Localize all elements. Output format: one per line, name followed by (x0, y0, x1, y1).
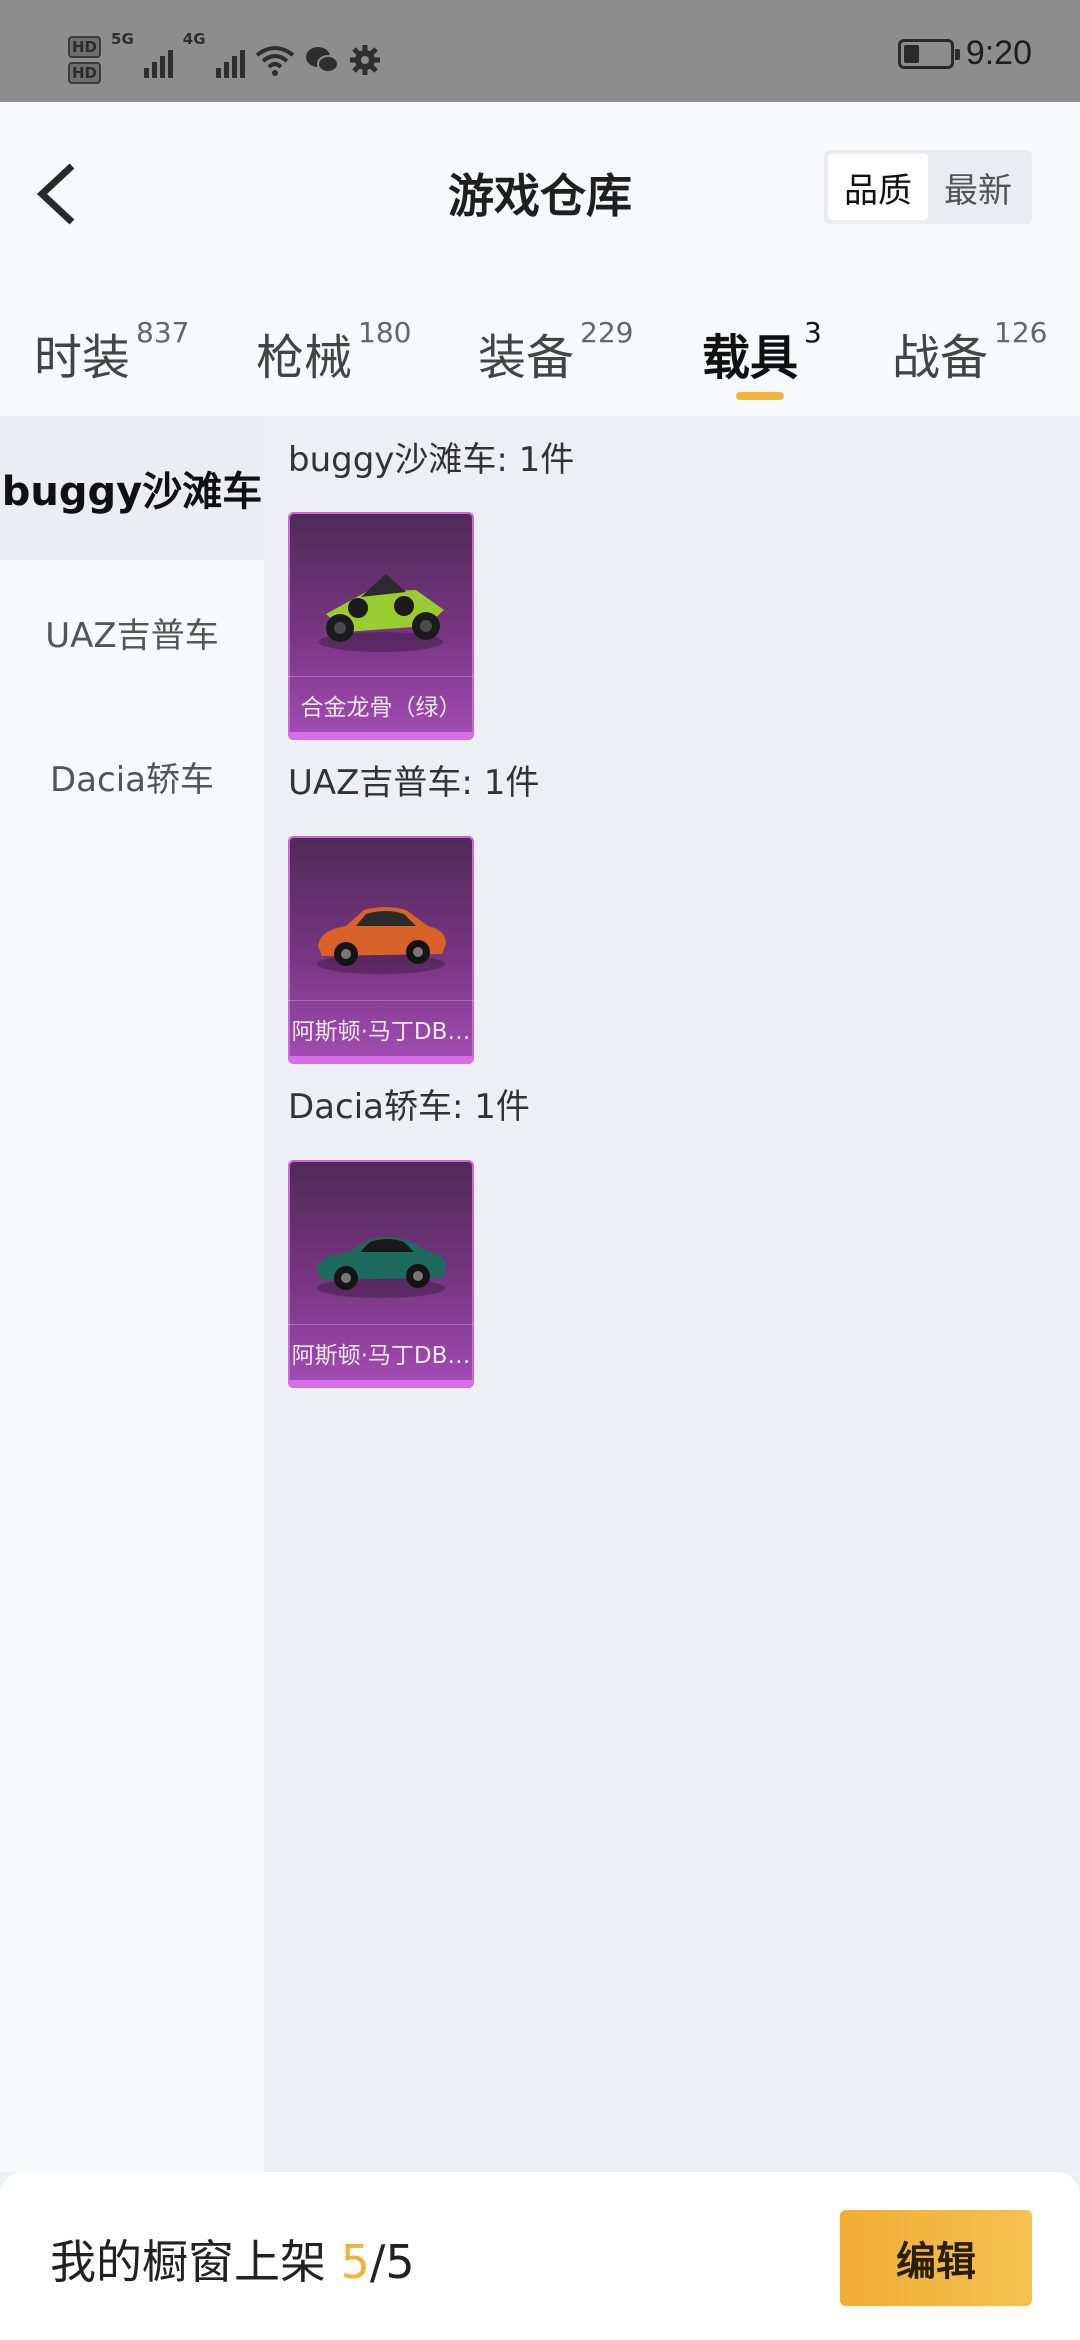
tab-guns[interactable]: 枪械 180 (256, 316, 412, 388)
tab-count: 180 (358, 316, 412, 349)
item-name: 阿斯顿·马丁DB… (288, 1324, 474, 1380)
tab-active-indicator (736, 392, 784, 400)
sort-quality-button[interactable]: 品质 (828, 154, 928, 220)
showcase-listed-count: 5 (340, 2235, 370, 2289)
sort-toggle: 品质 最新 (824, 150, 1032, 224)
vehicle-list: buggy沙滩车: 1件 合金龙骨（绿） UAZ吉普车: 1件 阿斯顿·马丁DB… (264, 416, 1080, 2172)
wifi-icon (255, 46, 294, 76)
car-image-icon (317, 907, 446, 974)
item-name: 阿斯顿·马丁DB… (288, 1000, 474, 1056)
item-card[interactable]: 阿斯顿·马丁DB… (288, 1160, 474, 1388)
tab-vehicles[interactable]: 载具 3 (702, 316, 822, 400)
bottom-bar: 我的橱窗上架 5/5 编辑 (0, 2172, 1080, 2340)
vehicle-group: Dacia轿车: 1件 (288, 1083, 530, 1131)
tab-fashion[interactable]: 时装 837 (34, 316, 190, 388)
buggy-image-icon (319, 574, 444, 652)
sidebar-item-uaz[interactable]: UAZ吉普车 (0, 560, 264, 704)
tab-equipment[interactable]: 装备 229 (478, 316, 634, 388)
vehicle-group: buggy沙滩车: 1件 (288, 436, 574, 484)
tab-label: 载具 (702, 330, 799, 386)
tab-label: 枪械 (256, 330, 353, 386)
rarity-bar (288, 732, 474, 740)
battery-icon (897, 38, 960, 69)
wechat-icon (305, 47, 339, 73)
tab-label: 时装 (34, 330, 131, 386)
item-card[interactable]: 合金龙骨（绿） (288, 512, 474, 740)
showcase-count: 我的橱窗上架 5/5 (50, 2226, 415, 2292)
rarity-bar (288, 1380, 474, 1388)
tab-count: 126 (994, 316, 1048, 349)
header: 游戏仓库 品质 最新 时装 837 枪械 180 装备 229 载具 3 战备 … (0, 102, 1080, 416)
item-card[interactable]: 阿斯顿·马丁DB… (288, 836, 474, 1064)
vehicle-group: UAZ吉普车: 1件 (288, 759, 539, 807)
tab-combat-gear[interactable]: 战备 126 (892, 316, 1048, 388)
network-4g-label: 4G (182, 30, 206, 48)
car-image-icon (316, 1237, 447, 1298)
item-name: 合金龙骨（绿） (288, 676, 474, 732)
showcase-total-count: 5 (385, 2235, 415, 2289)
signal-icon (215, 42, 245, 78)
group-title: UAZ吉普车: 1件 (288, 763, 540, 803)
status-icons: HD HD 5G 4G (68, 30, 381, 90)
tab-count: 837 (136, 316, 190, 349)
group-title: buggy沙滩车: 1件 (288, 440, 575, 480)
sort-latest-button[interactable]: 最新 (928, 154, 1028, 220)
status-bar: HD HD 5G 4G 9:20 (0, 0, 1080, 102)
sidebar-item-buggy[interactable]: buggy沙滩车 (0, 416, 264, 560)
showcase-separator: / (369, 2235, 386, 2289)
group-title: Dacia轿车: 1件 (288, 1087, 530, 1127)
tab-label: 战备 (892, 330, 989, 386)
status-time: 9:20 (965, 34, 1032, 72)
tab-count: 3 (804, 316, 822, 349)
edit-button[interactable]: 编辑 (840, 2210, 1032, 2306)
vehicle-type-sidebar: buggy沙滩车 UAZ吉普车 Dacia轿车 (0, 416, 264, 2172)
hd-icon: HD HD (68, 36, 102, 84)
signal-icon (143, 42, 173, 78)
settings-gear-icon (349, 45, 380, 75)
tab-count: 229 (580, 316, 634, 349)
showcase-label: 我的橱窗上架 (50, 2235, 341, 2289)
tab-label: 装备 (478, 330, 575, 386)
category-tabs: 时装 837 枪械 180 装备 229 载具 3 战备 126 (0, 308, 1080, 400)
rarity-bar (288, 1056, 474, 1064)
sidebar-item-dacia[interactable]: Dacia轿车 (0, 704, 264, 848)
network-5g-label: 5G (111, 30, 134, 48)
